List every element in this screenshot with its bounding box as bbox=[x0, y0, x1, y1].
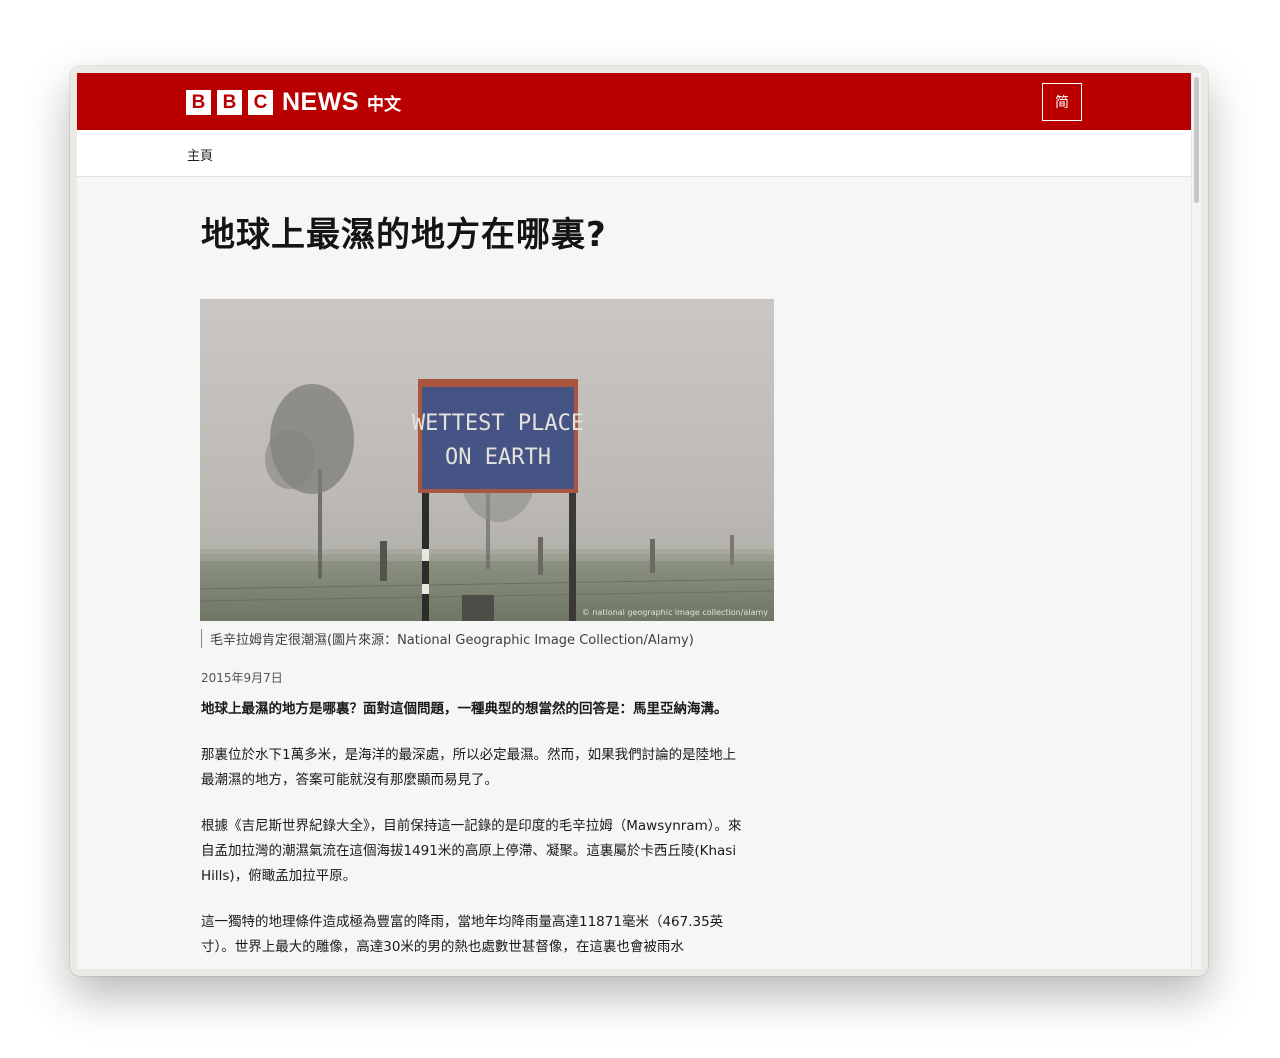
image-credit-watermark: © national geographic image collection/a… bbox=[582, 608, 768, 617]
article-date: 2015年9月7日 bbox=[201, 671, 283, 685]
bbc-header: B B C NEWS 中文 简 bbox=[77, 73, 1191, 130]
browser-window: B B C NEWS 中文 简 主頁 地球上最濕的地方在哪裏? WETTEST … bbox=[70, 66, 1208, 976]
logo-news-text: NEWS bbox=[282, 88, 359, 116]
article-paragraph: 那裏位於水下1萬多米，是海洋的最深處，所以必定最濕。然而，如果我們討論的是陸地上… bbox=[201, 747, 737, 788]
sign-text-line2: ON EARTH bbox=[445, 445, 551, 470]
simplified-chinese-toggle-button[interactable]: 简 bbox=[1042, 83, 1082, 121]
logo-language-text: 中文 bbox=[367, 95, 401, 115]
article-hero-image: WETTEST PLACE ON EARTH © national geogra… bbox=[200, 299, 774, 621]
sign-text-line1: WETTEST PLACE bbox=[412, 411, 584, 436]
page-viewport: B B C NEWS 中文 简 主頁 地球上最濕的地方在哪裏? WETTEST … bbox=[77, 73, 1201, 969]
article-title: 地球上最濕的地方在哪裏? bbox=[201, 215, 607, 255]
article-paragraph: 這一獨特的地理條件造成極為豐富的降雨，當地年均降雨量高達11871毫米（467.… bbox=[201, 914, 724, 955]
logo-letter-b2: B bbox=[217, 90, 242, 115]
foggy-sign-photo: WETTEST PLACE ON EARTH © national geogra… bbox=[200, 299, 774, 621]
article-lead-paragraph: 地球上最濕的地方是哪裏？面對這個問題，一種典型的想當然的回答是：馬里亞納海溝。 bbox=[201, 701, 728, 717]
scrollbar-thumb[interactable] bbox=[1194, 77, 1199, 203]
page-scrollbar[interactable] bbox=[1191, 73, 1201, 969]
nav-home-link[interactable]: 主頁 bbox=[187, 145, 213, 164]
logo-letter-c: C bbox=[248, 90, 273, 115]
article-body: 地球上最濕的地方是哪裏？面對這個問題，一種典型的想當然的回答是：馬里亞納海溝。 … bbox=[201, 697, 746, 969]
logo-letter-b1: B bbox=[186, 90, 211, 115]
bbc-news-chinese-logo[interactable]: B B C NEWS 中文 bbox=[186, 88, 401, 117]
article-paragraph: 根據《吉尼斯世界紀錄大全》，目前保持這一記錄的是印度的毛辛拉姆（Mawsynra… bbox=[201, 818, 742, 884]
navigation-bar: 主頁 bbox=[77, 130, 1191, 177]
image-caption: 毛辛拉姆肯定很潮濕(圖片來源：National Geographic Image… bbox=[201, 629, 694, 648]
